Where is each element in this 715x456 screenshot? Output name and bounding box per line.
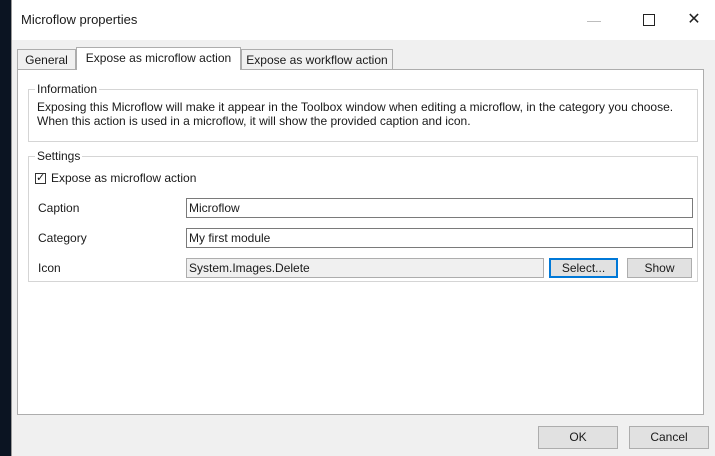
show-icon-button[interactable]: Show bbox=[627, 258, 692, 278]
caption-label: Caption bbox=[38, 201, 80, 215]
tab-panel: Information Exposing this Microflow will… bbox=[17, 69, 704, 415]
maximize-icon bbox=[643, 14, 655, 26]
checkmark-icon: ✓ bbox=[36, 171, 46, 184]
minimize-button[interactable]: — bbox=[571, 0, 617, 40]
category-field[interactable] bbox=[186, 228, 693, 248]
title-bar[interactable]: Microflow properties — ✕ bbox=[12, 0, 715, 40]
tab-expose-as-microflow-action[interactable]: Expose as microflow action bbox=[76, 47, 241, 70]
expose-checkbox-row[interactable]: ✓ Expose as microflow action bbox=[35, 171, 196, 185]
expose-checkbox[interactable]: ✓ bbox=[35, 171, 46, 184]
microflow-properties-dialog: Microflow properties — ✕ General Expose … bbox=[11, 0, 715, 456]
maximize-button[interactable] bbox=[626, 0, 672, 40]
expose-checkbox-label: Expose as microflow action bbox=[51, 171, 197, 185]
close-button[interactable]: ✕ bbox=[671, 0, 715, 40]
category-label: Category bbox=[38, 231, 87, 245]
settings-group: Settings ✓ Expose as microflow action Ca… bbox=[28, 149, 698, 282]
window-title: Microflow properties bbox=[21, 12, 138, 27]
information-text: Exposing this Microflow will make it app… bbox=[37, 100, 674, 128]
icon-label: Icon bbox=[38, 261, 61, 275]
cancel-button[interactable]: Cancel bbox=[629, 426, 709, 449]
ok-button[interactable]: OK bbox=[538, 426, 618, 449]
minimize-icon: — bbox=[587, 12, 601, 28]
information-legend: Information bbox=[35, 82, 100, 96]
close-icon: ✕ bbox=[687, 11, 701, 28]
tab-general[interactable]: General bbox=[17, 49, 76, 69]
information-group: Information Exposing this Microflow will… bbox=[28, 82, 698, 142]
icon-field[interactable] bbox=[186, 258, 544, 278]
caption-field[interactable] bbox=[186, 198, 693, 218]
select-icon-button[interactable]: Select... bbox=[549, 258, 618, 278]
tab-expose-as-workflow-action[interactable]: Expose as workflow action bbox=[241, 49, 393, 69]
settings-legend: Settings bbox=[35, 149, 83, 163]
